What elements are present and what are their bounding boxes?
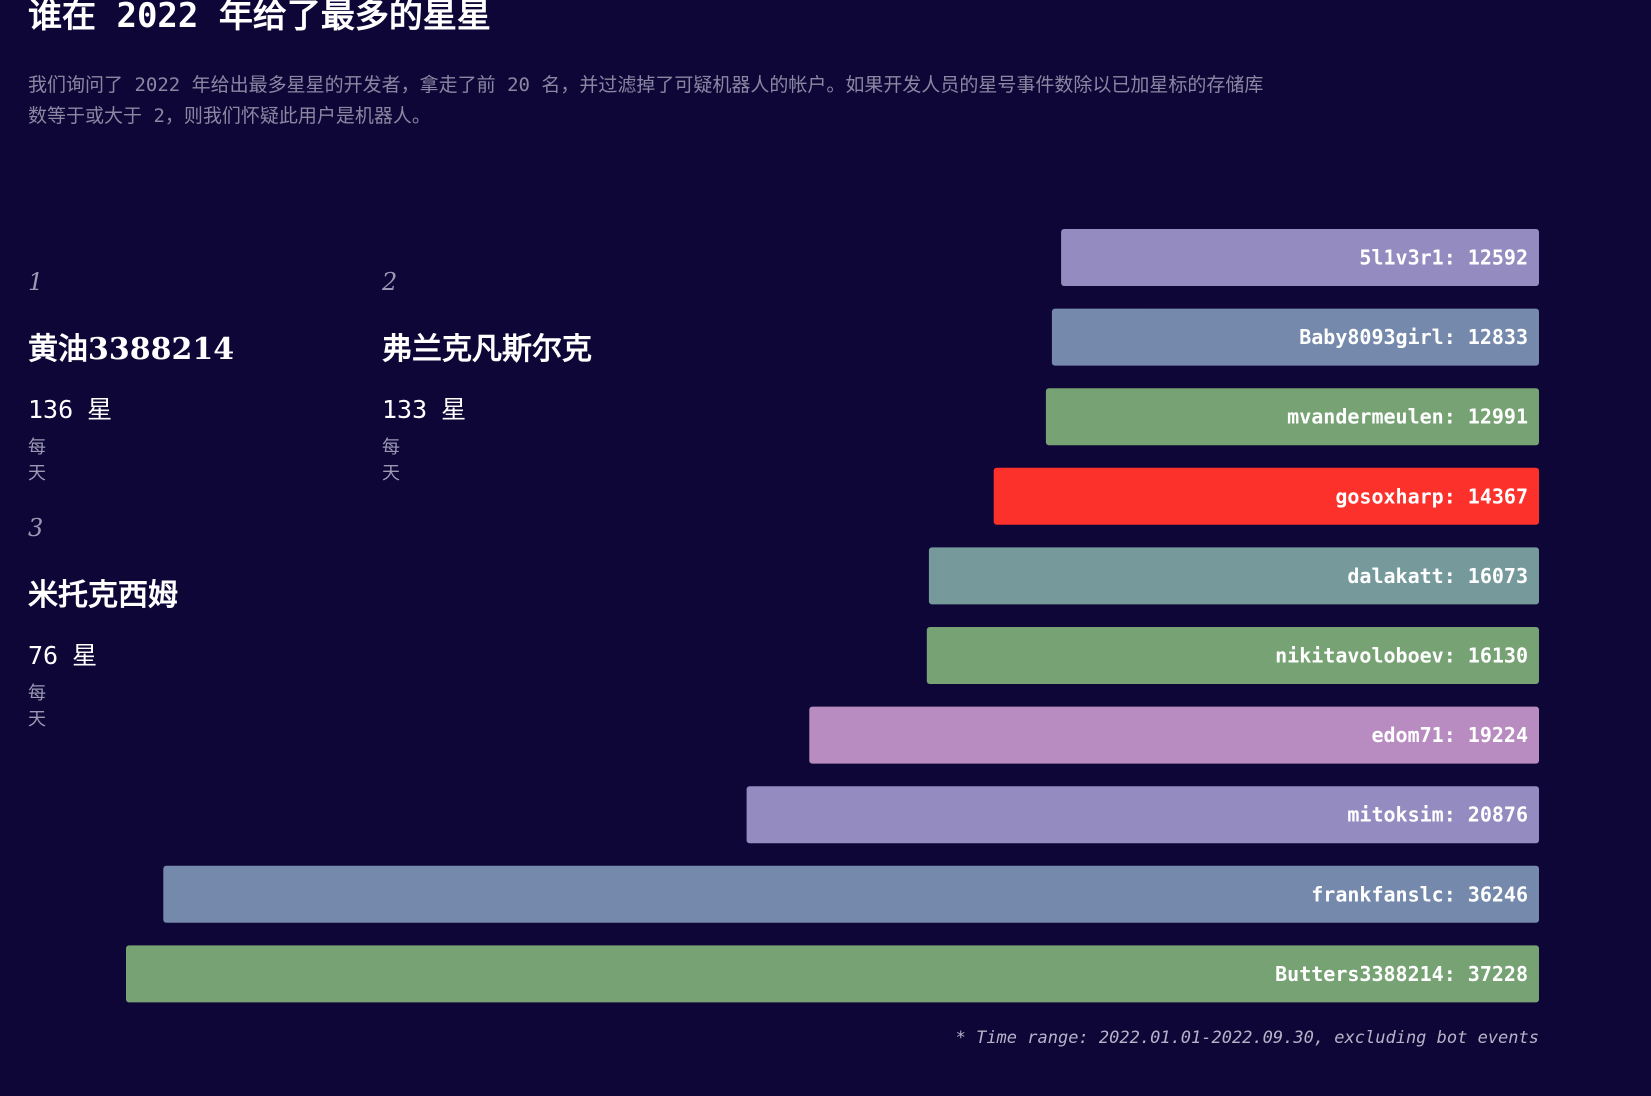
bar-label-Butters3388214: Butters3388214: 37228 <box>1275 962 1528 986</box>
bar-label-frankfanslc: frankfanslc: 36246 <box>1311 882 1528 906</box>
bar-label-Baby8093girl: Baby8093girl: 12833 <box>1299 325 1528 349</box>
bar-label-mvandermeulen: mvandermeulen: 12991 <box>1287 405 1528 429</box>
bar-label-mitoksim: mitoksim: 20876 <box>1347 803 1528 827</box>
bar-label-5l1v3r1: 5l1v3r1: 12592 <box>1359 246 1528 270</box>
footnote: * Time range: 2022.01.01-2022.09.30, exc… <box>955 1028 1539 1048</box>
bar-label-nikitavoloboev: nikitavoloboev: 16130 <box>1275 644 1528 668</box>
bar-chart: 5l1v3r1: 12592 Baby8093girl: 12833 mvander… <box>126 229 1539 1003</box>
bar-label-dalakatt: dalakatt: 16073 <box>1347 564 1528 588</box>
bar-label-edom71: edom71: 19224 <box>1371 723 1528 747</box>
bar-label-gosoxharp: gosoxharp: 14367 <box>1335 484 1528 508</box>
